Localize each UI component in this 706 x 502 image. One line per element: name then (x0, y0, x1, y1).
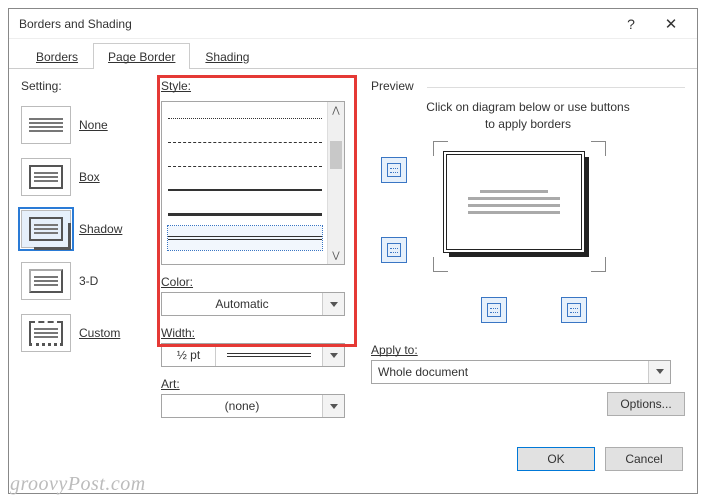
preview-diagram (371, 147, 685, 297)
scroll-thumb[interactable] (328, 119, 344, 247)
titlebar: Borders and Shading ? ✕ (9, 9, 697, 39)
setting-shadow-thumb (21, 210, 71, 248)
crop-mark (591, 257, 606, 272)
options-row: Options... (371, 392, 685, 416)
chevron-down-icon[interactable] (648, 361, 670, 383)
width-label: Width: (161, 326, 361, 340)
preview-column: Preview Click on diagram below or use bu… (361, 79, 685, 437)
style-option-4[interactable] (168, 202, 322, 226)
color-combobox[interactable]: Automatic (161, 292, 345, 316)
crop-mark (591, 141, 606, 156)
preview-hint: Click on diagram below or use buttons to… (371, 99, 685, 133)
chevron-down-icon[interactable] (322, 395, 344, 417)
dialog-body: Setting: None Box Shadow 3-D Custom (9, 69, 697, 437)
crop-mark (433, 257, 448, 272)
tab-page-border[interactable]: Page Border (93, 43, 190, 69)
setting-3d-thumb (21, 262, 71, 300)
setting-shadow[interactable]: Shadow (21, 205, 161, 253)
preview-label: Preview (371, 79, 685, 93)
border-bottom-button[interactable] (381, 237, 407, 263)
page-preview[interactable] (443, 151, 585, 253)
close-button[interactable]: ✕ (651, 15, 691, 33)
setting-box[interactable]: Box (21, 153, 161, 201)
style-column: Style: ⋀ ⋁ Color: Automatic (161, 79, 361, 437)
tab-shading[interactable]: Shading (190, 43, 264, 69)
cancel-button[interactable]: Cancel (605, 447, 683, 471)
setting-custom-label: Custom (79, 326, 120, 340)
setting-label: Setting: (21, 79, 161, 93)
dialog-footer: OK Cancel (9, 437, 697, 481)
style-option-5[interactable] (168, 226, 322, 250)
ok-button[interactable]: OK (517, 447, 595, 471)
style-scrollbar[interactable]: ⋀ ⋁ (327, 102, 344, 264)
width-value: ½ pt (162, 344, 216, 366)
apply-to-row: Apply to: Whole document (371, 343, 685, 384)
border-right-icon (567, 303, 581, 317)
setting-custom[interactable]: Custom (21, 309, 161, 357)
style-option-3[interactable] (168, 178, 322, 202)
border-left-icon (487, 303, 501, 317)
apply-to-label: Apply to: (371, 343, 685, 357)
page-box (443, 151, 585, 253)
help-button[interactable]: ? (611, 16, 651, 32)
art-combobox[interactable]: (none) (161, 394, 345, 418)
apply-to-value: Whole document (372, 365, 648, 379)
setting-box-thumb (21, 158, 71, 196)
style-options (168, 106, 322, 260)
width-combobox[interactable]: ½ pt (161, 343, 345, 367)
scroll-up-icon[interactable]: ⋀ (328, 102, 344, 119)
tab-borders[interactable]: Borders (21, 43, 93, 69)
style-listbox[interactable]: ⋀ ⋁ (161, 101, 345, 265)
chevron-down-icon[interactable] (322, 344, 344, 366)
setting-none-thumb (21, 106, 71, 144)
style-label: Style: (161, 79, 361, 93)
tab-strip: Borders Page Border Shading (9, 41, 697, 69)
dialog-borders-and-shading: Borders and Shading ? ✕ Borders Page Bor… (8, 8, 698, 494)
setting-3d-label: 3-D (79, 274, 98, 288)
border-top-button[interactable] (381, 157, 407, 183)
setting-none[interactable]: None (21, 101, 161, 149)
art-label: Art: (161, 377, 361, 391)
setting-column: Setting: None Box Shadow 3-D Custom (21, 79, 161, 437)
scroll-down-icon[interactable]: ⋁ (328, 247, 344, 264)
border-left-button[interactable] (481, 297, 507, 323)
color-value: Automatic (162, 297, 322, 311)
border-right-button[interactable] (561, 297, 587, 323)
setting-none-label: None (79, 118, 108, 132)
apply-to-combobox[interactable]: Whole document (371, 360, 671, 384)
border-top-icon (387, 163, 401, 177)
window-title: Borders and Shading (19, 17, 611, 31)
setting-shadow-label: Shadow (79, 222, 122, 236)
style-option-2[interactable] (168, 154, 322, 178)
setting-box-label: Box (79, 170, 100, 184)
setting-custom-thumb (21, 314, 71, 352)
art-value: (none) (162, 399, 322, 413)
border-bottom-icon (387, 243, 401, 257)
color-label: Color: (161, 275, 361, 289)
width-preview (216, 344, 322, 366)
setting-3d[interactable]: 3-D (21, 257, 161, 305)
chevron-down-icon[interactable] (322, 293, 344, 315)
options-button[interactable]: Options... (607, 392, 685, 416)
style-option-1[interactable] (168, 130, 322, 154)
style-option-0[interactable] (168, 106, 322, 130)
